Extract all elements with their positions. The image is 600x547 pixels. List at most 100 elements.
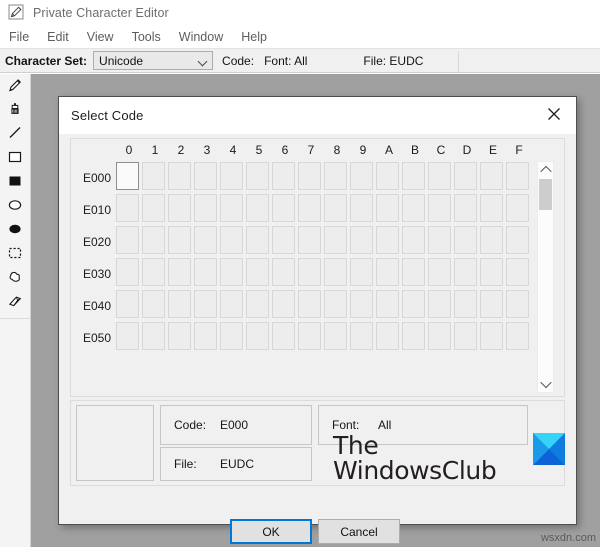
code-cell-E048[interactable] <box>324 290 347 318</box>
code-cell-E050[interactable] <box>116 322 139 350</box>
code-cell-E00E[interactable] <box>480 162 503 190</box>
code-cell-E047[interactable] <box>298 290 321 318</box>
code-cell-E017[interactable] <box>298 194 321 222</box>
code-cell-E040[interactable] <box>116 290 139 318</box>
code-cell-E046[interactable] <box>272 290 295 318</box>
code-cell-E031[interactable] <box>142 258 165 286</box>
filled-ellipse-tool[interactable] <box>0 218 30 242</box>
code-cell-E036[interactable] <box>272 258 295 286</box>
code-cell-E058[interactable] <box>324 322 347 350</box>
code-cell-E028[interactable] <box>324 226 347 254</box>
code-cell-E01E[interactable] <box>480 194 503 222</box>
code-cell-E02B[interactable] <box>402 226 425 254</box>
code-cell-E05B[interactable] <box>402 322 425 350</box>
code-cell-E004[interactable] <box>220 162 243 190</box>
code-cell-E008[interactable] <box>324 162 347 190</box>
menu-item-file[interactable]: File <box>9 28 38 46</box>
code-cell-E034[interactable] <box>220 258 243 286</box>
scrollbar-thumb[interactable] <box>539 179 552 210</box>
code-cell-E00D[interactable] <box>454 162 477 190</box>
code-cell-E029[interactable] <box>350 226 373 254</box>
code-cell-E055[interactable] <box>246 322 269 350</box>
code-cell-E011[interactable] <box>142 194 165 222</box>
menu-item-edit[interactable]: Edit <box>47 28 78 46</box>
code-cell-E02A[interactable] <box>376 226 399 254</box>
code-cell-E007[interactable] <box>298 162 321 190</box>
code-cell-E042[interactable] <box>168 290 191 318</box>
code-cell-E02E[interactable] <box>480 226 503 254</box>
code-cell-E03D[interactable] <box>454 258 477 286</box>
code-cell-E05F[interactable] <box>506 322 529 350</box>
code-grid[interactable] <box>116 162 532 354</box>
code-cell-E026[interactable] <box>272 226 295 254</box>
code-cell-E021[interactable] <box>142 226 165 254</box>
code-cell-E023[interactable] <box>194 226 217 254</box>
code-cell-E012[interactable] <box>168 194 191 222</box>
code-cell-E04F[interactable] <box>506 290 529 318</box>
code-cell-E04C[interactable] <box>428 290 451 318</box>
code-cell-E01F[interactable] <box>506 194 529 222</box>
code-cell-E05A[interactable] <box>376 322 399 350</box>
code-cell-E01D[interactable] <box>454 194 477 222</box>
ok-button[interactable]: OK <box>230 519 312 544</box>
code-cell-E053[interactable] <box>194 322 217 350</box>
code-cell-E044[interactable] <box>220 290 243 318</box>
code-cell-E027[interactable] <box>298 226 321 254</box>
rectangular-selection-tool[interactable] <box>0 242 30 266</box>
eraser-tool[interactable] <box>0 290 30 314</box>
code-cell-E056[interactable] <box>272 322 295 350</box>
code-cell-E033[interactable] <box>194 258 217 286</box>
code-cell-E03C[interactable] <box>428 258 451 286</box>
close-button[interactable] <box>531 97 576 134</box>
code-cell-E001[interactable] <box>142 162 165 190</box>
code-cell-E00B[interactable] <box>402 162 425 190</box>
code-cell-E016[interactable] <box>272 194 295 222</box>
code-cell-E03E[interactable] <box>480 258 503 286</box>
code-cell-E05D[interactable] <box>454 322 477 350</box>
code-cell-E037[interactable] <box>298 258 321 286</box>
code-cell-E019[interactable] <box>350 194 373 222</box>
code-cell-E009[interactable] <box>350 162 373 190</box>
code-cell-E04E[interactable] <box>480 290 503 318</box>
code-cell-E018[interactable] <box>324 194 347 222</box>
character-set-select[interactable]: Unicode <box>93 51 214 70</box>
code-cell-E045[interactable] <box>246 290 269 318</box>
code-cell-E05E[interactable] <box>480 322 503 350</box>
ellipse-tool[interactable] <box>0 194 30 218</box>
code-cell-E052[interactable] <box>168 322 191 350</box>
grid-scrollbar[interactable] <box>537 161 554 393</box>
menu-item-tools[interactable]: Tools <box>132 28 170 46</box>
code-cell-E03A[interactable] <box>376 258 399 286</box>
code-cell-E01C[interactable] <box>428 194 451 222</box>
code-cell-E005[interactable] <box>246 162 269 190</box>
straight-line-tool[interactable] <box>0 122 30 146</box>
code-cell-E04D[interactable] <box>454 290 477 318</box>
code-cell-E003[interactable] <box>194 162 217 190</box>
pencil-tool[interactable] <box>0 74 30 98</box>
code-cell-E05C[interactable] <box>428 322 451 350</box>
code-cell-E038[interactable] <box>324 258 347 286</box>
code-cell-E014[interactable] <box>220 194 243 222</box>
code-cell-E020[interactable] <box>116 226 139 254</box>
code-cell-E03F[interactable] <box>506 258 529 286</box>
code-cell-E000-selected[interactable] <box>116 162 139 190</box>
scrollbar-down-button[interactable] <box>538 376 553 392</box>
code-cell-E059[interactable] <box>350 322 373 350</box>
code-cell-E03B[interactable] <box>402 258 425 286</box>
code-cell-E043[interactable] <box>194 290 217 318</box>
code-cell-E049[interactable] <box>350 290 373 318</box>
cancel-button[interactable]: Cancel <box>318 519 400 544</box>
code-cell-E01B[interactable] <box>402 194 425 222</box>
code-cell-E006[interactable] <box>272 162 295 190</box>
brush-tool[interactable] <box>0 98 30 122</box>
code-cell-E039[interactable] <box>350 258 373 286</box>
code-cell-E054[interactable] <box>220 322 243 350</box>
code-cell-E025[interactable] <box>246 226 269 254</box>
code-cell-E057[interactable] <box>298 322 321 350</box>
freeform-selection-tool[interactable] <box>0 266 30 290</box>
code-cell-E02D[interactable] <box>454 226 477 254</box>
code-cell-E01A[interactable] <box>376 194 399 222</box>
rectangle-tool[interactable] <box>0 146 30 170</box>
code-cell-E022[interactable] <box>168 226 191 254</box>
code-cell-E02F[interactable] <box>506 226 529 254</box>
